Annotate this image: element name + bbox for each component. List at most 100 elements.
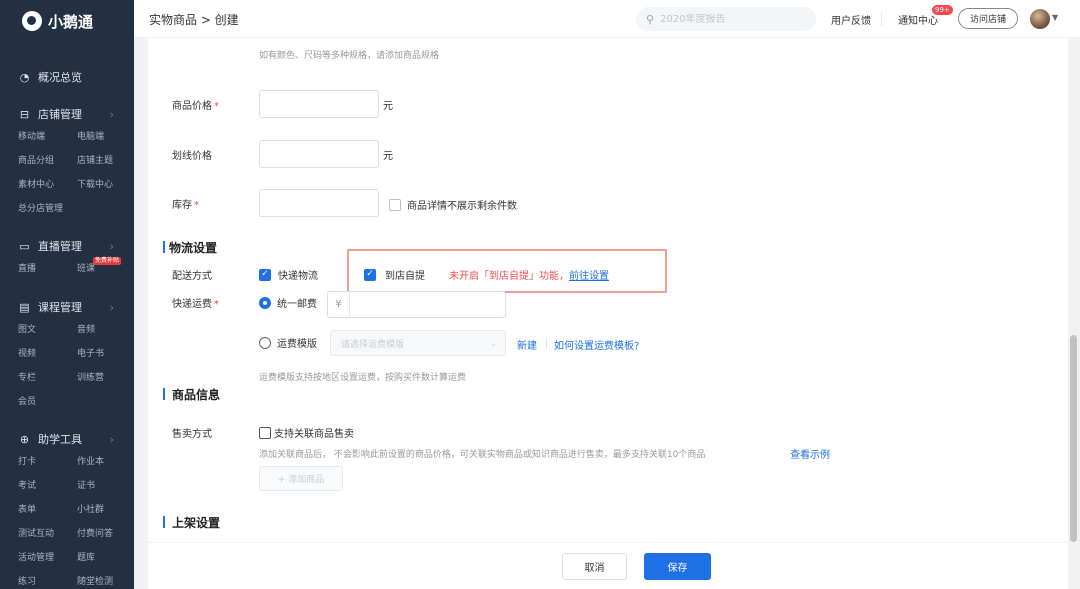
sidebar-item-branch[interactable]: 总分店管理	[18, 197, 77, 221]
new-template-link[interactable]: 新建	[517, 337, 537, 352]
sidebar-item-quiz[interactable]: 测试互动	[18, 522, 77, 546]
sidebar-item-store-theme[interactable]: 店铺主题	[77, 149, 134, 173]
stock-input[interactable]	[259, 189, 379, 217]
scrollbar-thumb[interactable]	[1070, 335, 1077, 542]
caret-down-icon[interactable]: ▼	[1052, 13, 1058, 22]
sidebar-group-course-header[interactable]: ▤ 课程管理 ›	[0, 296, 134, 318]
chevron-right-icon: ›	[109, 239, 114, 253]
sidebar-group-store-header[interactable]: ⊟ 店铺管理 ›	[0, 103, 134, 125]
feedback-link[interactable]: 用户反馈	[831, 12, 871, 27]
sidebar-item-audio[interactable]: 音频	[77, 318, 134, 342]
template-help-link[interactable]: 如何设置运费模板?	[554, 337, 639, 352]
sidebar-item-homework[interactable]: 作业本	[77, 450, 134, 474]
breadcrumb[interactable]: 实物商品 > 创建	[149, 11, 239, 28]
notification-center-link[interactable]: 通知中心	[898, 12, 938, 27]
sidebar: 小鹅通 ◔ 概况总览 ⊟ 店铺管理 › 移动端 电脑端 商品分组 店铺主题 素材…	[0, 0, 134, 589]
express-option[interactable]: ✓ 快递物流	[259, 267, 318, 282]
strike-price-label: 划线价格	[172, 151, 212, 162]
sidebar-item-certificate[interactable]: 证书	[77, 474, 134, 498]
search-input[interactable]	[660, 13, 801, 25]
sidebar-item-column[interactable]: 专栏	[18, 366, 77, 390]
sidebar-item-member[interactable]: 会员	[18, 390, 77, 414]
flat-rate-label: 统一邮费	[277, 299, 317, 310]
search-icon: ⚲	[646, 12, 655, 26]
sidebar-group-course: ▤ 课程管理 › 图文 音频 视频 电子书 专栏 训练营 会员	[0, 296, 134, 414]
sidebar-item-download[interactable]: 下载中心	[77, 173, 134, 197]
pickup-checkbox[interactable]: ✓	[364, 268, 376, 281]
freight-label: 快递运费 *	[172, 299, 219, 310]
search-box[interactable]: ⚲	[636, 7, 816, 31]
sale-mode-label: 售卖方式	[172, 429, 212, 440]
sidebar-item-live[interactable]: 直播	[18, 257, 77, 281]
sidebar-group-store: ⊟ 店铺管理 › 移动端 电脑端 商品分组 店铺主题 素材中心 下载中心 总分店…	[0, 103, 134, 221]
template-option[interactable]: 运费模版	[259, 335, 317, 350]
price-input[interactable]	[259, 90, 379, 118]
hide-remaining-option[interactable]: 商品详情不展示剩余件数	[389, 197, 517, 212]
hide-remaining-label: 商品详情不展示剩余件数	[407, 201, 517, 212]
sidebar-item-checkin[interactable]: 打卡	[18, 450, 77, 474]
sidebar-item-class-test[interactable]: 随堂检测	[77, 570, 134, 589]
sidebar-item-activity[interactable]: 活动管理	[18, 546, 77, 570]
sidebar-item-camp[interactable]: 训练营	[77, 366, 134, 390]
divider	[881, 12, 882, 26]
pickup-warning-text: 未开启「到店自提」功能，	[449, 271, 569, 282]
flat-rate-input[interactable]	[350, 292, 500, 317]
brand-logo[interactable]: 小鹅通	[0, 0, 134, 42]
sidebar-group-live-header[interactable]: ▭ 直播管理 ›	[0, 235, 134, 257]
strike-price-unit: 元	[383, 151, 393, 162]
pickup-label: 到店自提	[385, 271, 425, 282]
sidebar-item-pc[interactable]: 电脑端	[77, 125, 134, 149]
sidebar-item-practice[interactable]: 练习	[18, 570, 77, 589]
sidebar-item-overview[interactable]: ◔ 概况总览	[0, 66, 134, 88]
sidebar-group-tools: ⊕ 助学工具 › 打卡 作业本 考试 证书 表单 小社群 测试互动 付费问答 活…	[0, 428, 134, 589]
sidebar-item-article[interactable]: 图文	[18, 318, 77, 342]
view-example-link[interactable]: 查看示例	[790, 446, 830, 461]
sidebar-item-form[interactable]: 表单	[18, 498, 77, 522]
action-bar: 取消 保存	[148, 542, 1068, 589]
section-marker	[163, 516, 165, 528]
brand-name: 小鹅通	[48, 12, 94, 31]
sidebar-item-community[interactable]: 小社群	[77, 498, 134, 522]
price-unit: 元	[383, 101, 393, 112]
avatar[interactable]	[1030, 9, 1050, 29]
logistics-section-title: 物流设置	[169, 241, 218, 255]
hide-remaining-checkbox[interactable]	[389, 198, 401, 211]
bundle-hint: 添加关联商品后， 不会影响此前设置的商品价格，可关联实物商品或知识商品进行售卖，…	[259, 450, 706, 460]
listing-section-title: 上架设置	[172, 516, 221, 530]
sidebar-item-video[interactable]: 视频	[18, 342, 77, 366]
bundle-option[interactable]: 支持关联商品售卖	[259, 425, 354, 440]
flat-rate-radio[interactable]	[259, 296, 271, 309]
sidebar-group-tools-header[interactable]: ⊕ 助学工具 ›	[0, 428, 134, 450]
bundle-checkbox[interactable]	[259, 426, 271, 439]
sidebar-item-material[interactable]: 素材中心	[18, 173, 77, 197]
express-checkbox[interactable]: ✓	[259, 268, 271, 281]
sidebar-item-ebook[interactable]: 电子书	[77, 342, 134, 366]
chevron-right-icon: ›	[109, 432, 114, 446]
sidebar-item-question-bank[interactable]: 题库	[77, 546, 134, 570]
save-button[interactable]: 保存	[644, 553, 711, 580]
chevron-right-icon: ›	[109, 300, 114, 314]
divider	[546, 338, 547, 349]
pickup-option[interactable]: ✓ 到店自提	[364, 267, 425, 282]
toolbox-icon: ⊕	[19, 432, 30, 446]
flat-rate-field[interactable]: ¥	[327, 291, 506, 318]
strike-price-input[interactable]	[259, 140, 379, 168]
store-icon: ⊟	[19, 107, 30, 121]
template-select-placeholder: 请选择运费模版	[341, 339, 405, 350]
go-settings-link[interactable]: 前往设置	[569, 267, 609, 282]
sidebar-item-product-group[interactable]: 商品分组	[18, 149, 77, 173]
sidebar-item-exam[interactable]: 考试	[18, 474, 77, 498]
sidebar-group-live: ▭ 直播管理 › 直播 班课 免费补贴	[0, 235, 134, 281]
sidebar-item-mobile[interactable]: 移动端	[18, 125, 77, 149]
notification-badge: 99+	[932, 5, 953, 15]
add-product-button[interactable]: + 添加商品	[259, 466, 343, 491]
template-select[interactable]: 请选择运费模版 ⌄	[330, 330, 506, 356]
chevron-right-icon: ›	[109, 107, 114, 121]
template-radio[interactable]	[259, 336, 271, 349]
price-label: 商品价格 *	[172, 101, 219, 112]
flat-rate-option[interactable]: 统一邮费	[259, 295, 317, 310]
sidebar-item-paid-qa[interactable]: 付费问答	[77, 522, 134, 546]
visit-store-button[interactable]: 访问店铺	[958, 8, 1018, 29]
cancel-button[interactable]: 取消	[562, 553, 627, 580]
sidebar-item-class[interactable]: 班课 免费补贴	[77, 257, 134, 281]
